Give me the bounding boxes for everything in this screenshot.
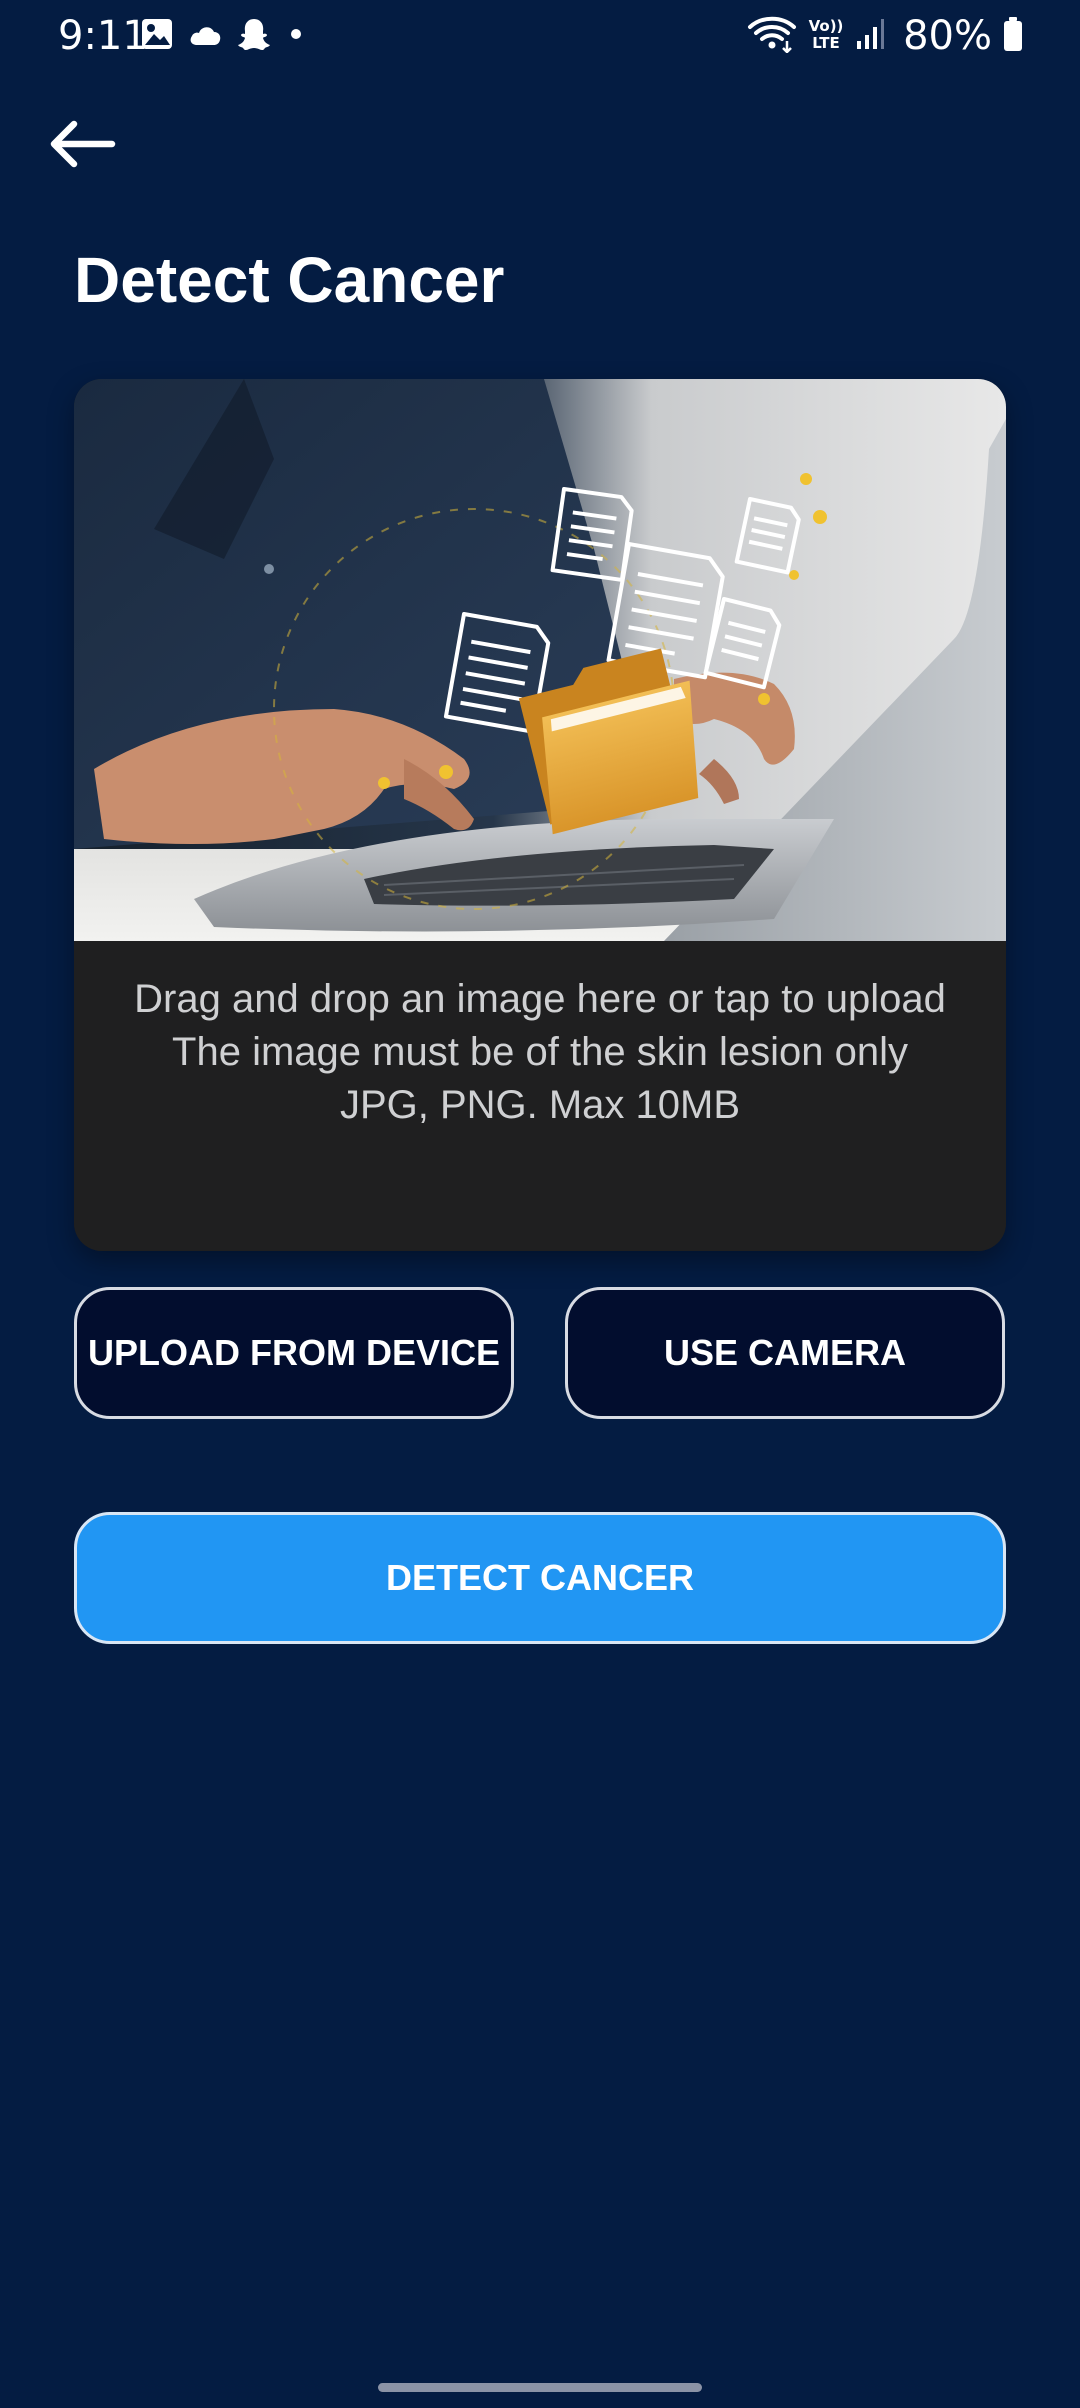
page-title: Detect Cancer <box>74 244 505 316</box>
upload-requirement-text: The image must be of the skin lesion onl… <box>172 1030 908 1074</box>
status-right-icons: Vo)) LTE 80% <box>747 12 1024 60</box>
status-bar: 9:11 Vo)) LTE 80% <box>0 0 1080 74</box>
snapchat-icon <box>236 16 272 57</box>
home-indicator[interactable] <box>378 2383 702 2392</box>
back-button[interactable] <box>46 106 136 186</box>
upload-dropzone[interactable]: Drag and drop an image here or tap to up… <box>74 379 1006 1251</box>
upload-format-text: JPG, PNG. Max 10MB <box>339 1083 741 1127</box>
detect-cancer-button[interactable]: DETECT CANCER <box>74 1512 1006 1644</box>
laptop-upload-documents-image <box>74 379 1006 941</box>
wifi-icon <box>747 15 797 58</box>
dot-icon <box>286 24 306 49</box>
status-left-icons <box>140 16 306 56</box>
battery-icon <box>1002 16 1024 57</box>
volte-icon: Vo)) LTE <box>807 15 845 58</box>
upload-instructions: Drag and drop an image here or tap to up… <box>74 941 1006 1251</box>
svg-text:LTE: LTE <box>812 34 840 52</box>
upload-instruction-text: Drag and drop an image here or tap to up… <box>134 977 946 1021</box>
upload-from-device-button[interactable]: UPLOAD FROM DEVICE <box>74 1287 514 1419</box>
status-time: 9:11 <box>58 13 148 59</box>
gallery-icon <box>140 17 174 56</box>
cloud-icon <box>188 21 222 52</box>
signal-icon <box>855 17 885 56</box>
svg-text:Vo)): Vo)) <box>809 17 844 35</box>
use-camera-button[interactable]: USE CAMERA <box>565 1287 1005 1419</box>
battery-percent: 80% <box>903 13 992 59</box>
arrow-left-icon <box>46 118 118 175</box>
